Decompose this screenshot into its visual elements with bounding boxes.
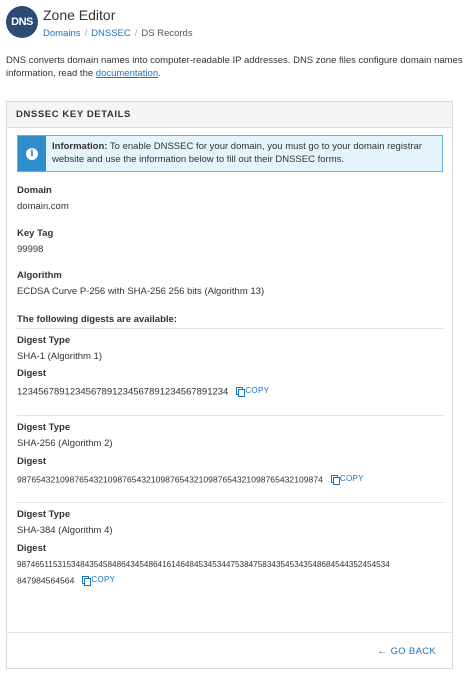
panel-footer-divider	[7, 632, 452, 633]
key-tag-value: 99998	[17, 244, 44, 255]
digest-row: 847984564564 COPY	[17, 575, 115, 586]
page-header: DNS Zone Editor Domains / DNSSEC / DS Record…	[6, 6, 468, 40]
divider	[17, 415, 443, 416]
key-tag-label: Key Tag	[17, 228, 54, 239]
copy-icon	[236, 386, 246, 397]
copy-digest-sha256-button[interactable]: COPY	[323, 474, 364, 485]
digest-label: Digest	[17, 368, 47, 379]
domain-label: Domain	[17, 185, 52, 196]
arrow-left-icon: ←	[377, 646, 388, 657]
digest-type-value: SHA-256 (Algorithm 2)	[17, 438, 113, 449]
digest-type-value: SHA-1 (Algorithm 1)	[17, 351, 102, 362]
digest-value: 9876543210987654321098765432109876543210…	[17, 474, 323, 485]
copy-digest-sha1-button[interactable]: COPY	[228, 386, 269, 397]
digest-value-line1: 9874651153153484354584864345486416146484…	[17, 560, 390, 569]
digest-value: 1234567891234567891234567891234567891234	[17, 386, 229, 398]
copy-digest-sha384-button[interactable]: COPY	[74, 575, 115, 586]
digest-type-label: Digest Type	[17, 422, 71, 433]
dns-logo-icon: DNS	[6, 6, 38, 38]
digest-label: Digest	[17, 543, 47, 554]
info-circle-icon: i	[26, 147, 38, 160]
digest-type-value: SHA-384 (Algorithm 4)	[17, 525, 113, 536]
divider	[17, 502, 443, 503]
breadcrumb-dnssec[interactable]: DNSSEC	[91, 28, 131, 39]
info-alert-text: Information: To enable DNSSEC for your d…	[52, 141, 422, 165]
page-title: Zone Editor	[43, 7, 116, 23]
copy-icon	[330, 474, 340, 485]
digest-row: 1234567891234567891234567891234567891234…	[17, 386, 269, 398]
dnssec-key-details-panel: DNSSEC KEY DETAILS i Information: To ena…	[6, 101, 453, 669]
digest-value-line2: 847984564564	[17, 575, 75, 586]
digest-type-label: Digest Type	[17, 509, 71, 520]
divider	[17, 328, 443, 329]
breadcrumb-domains[interactable]: Domains	[43, 28, 81, 39]
documentation-link[interactable]: documentation	[96, 68, 158, 79]
go-back-button[interactable]: ← GO BACK	[377, 646, 436, 657]
digest-type-label: Digest Type	[17, 335, 71, 346]
domain-value: domain.com	[17, 201, 69, 212]
digest-label: Digest	[17, 456, 47, 467]
breadcrumb-ds-records: DS Records	[141, 28, 193, 39]
digests-heading: The following digests are available:	[17, 314, 177, 325]
intro-text: DNS converts domain names into computer-…	[6, 55, 463, 79]
algorithm-label: Algorithm	[17, 270, 62, 281]
digest-row: 9876543210987654321098765432109876543210…	[17, 474, 364, 485]
copy-icon	[82, 575, 92, 586]
algorithm-value: ECDSA Curve P-256 with SHA-256 256 bits …	[17, 286, 265, 297]
panel-title: DNSSEC KEY DETAILS	[7, 102, 452, 128]
breadcrumb: Domains / DNSSEC / DS Records	[43, 28, 193, 39]
info-alert: i Information: To enable DNSSEC for your…	[17, 135, 443, 172]
